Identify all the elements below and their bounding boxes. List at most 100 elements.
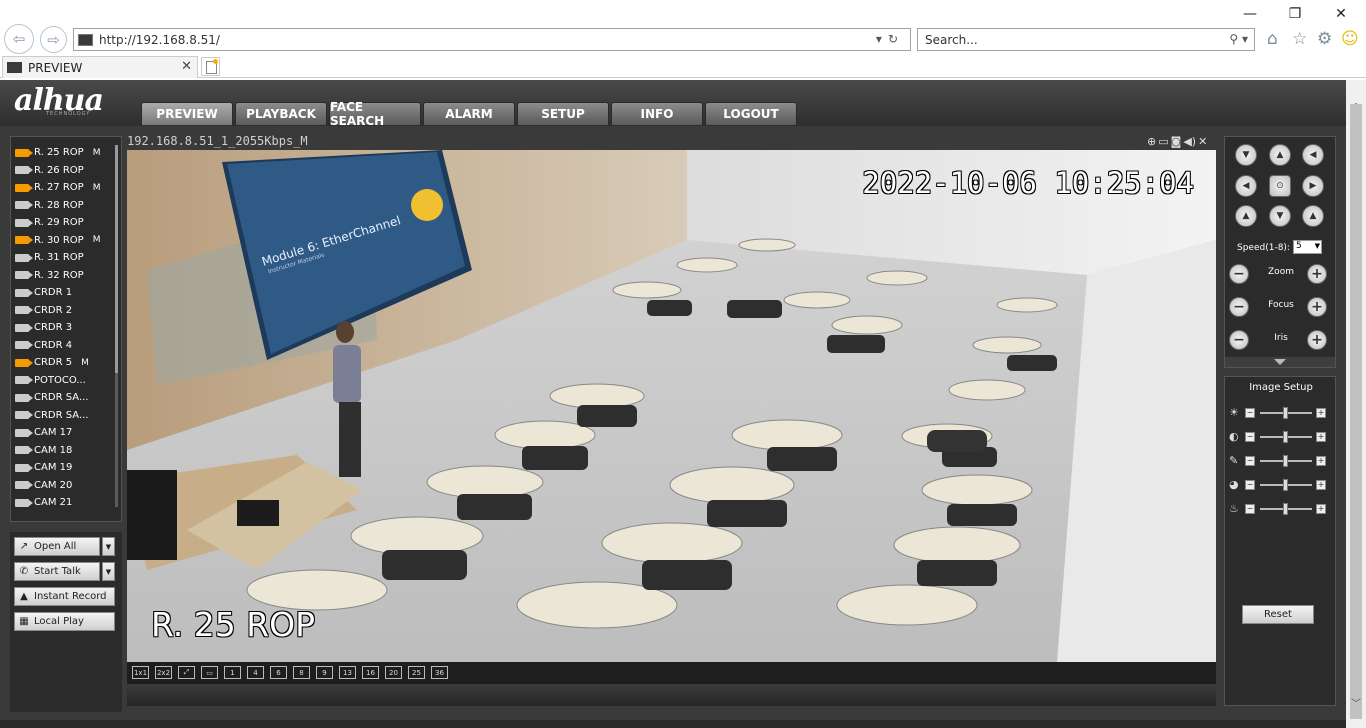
hue-plus[interactable]: +: [1316, 480, 1326, 490]
refresh-icon[interactable]: ▾↻: [876, 32, 904, 46]
brightness-minus[interactable]: −: [1245, 408, 1255, 418]
gain-minus[interactable]: −: [1245, 504, 1255, 514]
layout-button-8[interactable]: 9: [316, 666, 333, 679]
gain-plus[interactable]: +: [1316, 504, 1326, 514]
layout-button-5[interactable]: 4: [247, 666, 264, 679]
gain-knob[interactable]: [1283, 503, 1288, 515]
channel-item[interactable]: CAM 17: [15, 424, 119, 442]
start-talk-button[interactable]: ✆ Start Talk: [14, 562, 100, 581]
brightness-plus[interactable]: +: [1316, 408, 1326, 418]
close-window-button[interactable]: ✕: [1329, 4, 1353, 24]
search-input[interactable]: Search...: [925, 33, 978, 47]
channel-scroll-thumb[interactable]: [115, 145, 118, 373]
ptz-up-button[interactable]: ▲: [1269, 144, 1291, 166]
nav-tab-info[interactable]: INFO: [611, 102, 703, 125]
channel-scrollbar[interactable]: [115, 145, 118, 507]
layout-button-7[interactable]: 8: [293, 666, 310, 679]
minimize-button[interactable]: —: [1238, 4, 1262, 24]
page-scroll-thumb[interactable]: [1350, 104, 1362, 719]
ptz-down-button[interactable]: ▼: [1269, 205, 1291, 227]
zoom-in-button[interactable]: +: [1307, 264, 1327, 284]
saturation-minus[interactable]: −: [1245, 456, 1255, 466]
iris-open-button[interactable]: +: [1307, 330, 1327, 350]
restore-button[interactable]: ❐: [1283, 4, 1307, 24]
nav-tab-preview[interactable]: PREVIEW: [141, 102, 233, 125]
ptz-auto-button[interactable]: ⊙: [1269, 175, 1291, 197]
channel-item[interactable]: R. 28 ROP: [15, 197, 119, 215]
address-bar[interactable]: http://192.168.8.51/ ▾↻: [73, 28, 911, 51]
browser-tab[interactable]: PREVIEW ✕: [2, 56, 198, 78]
scroll-down-icon[interactable]: ﹀: [1351, 695, 1361, 710]
ptz-down-left-button[interactable]: ▲: [1235, 205, 1257, 227]
start-talk-dropdown[interactable]: ▼: [102, 562, 115, 581]
channel-item[interactable]: R. 26 ROP: [15, 162, 119, 180]
saturation-plus[interactable]: +: [1316, 456, 1326, 466]
contrast-minus[interactable]: −: [1245, 432, 1255, 442]
nav-tab-setup[interactable]: SETUP: [517, 102, 609, 125]
channel-item[interactable]: CRDR 3: [15, 319, 119, 337]
ptz-right-button[interactable]: ▶: [1302, 175, 1324, 197]
search-box[interactable]: Search... ⚲ ▾: [917, 28, 1255, 51]
channel-item[interactable]: CAM 21: [15, 494, 119, 512]
back-button[interactable]: ⇦: [4, 24, 34, 54]
home-icon[interactable]: ⌂: [1267, 29, 1278, 49]
layout-button-3[interactable]: ▭: [201, 666, 218, 679]
layout-button-9[interactable]: 13: [339, 666, 356, 679]
nav-tab-alarm[interactable]: ALARM: [423, 102, 515, 125]
layout-button-2[interactable]: ⤢: [178, 666, 195, 679]
ptz-down-right-button[interactable]: ▲: [1302, 205, 1324, 227]
saturation-knob[interactable]: [1283, 455, 1288, 467]
zoom-icon[interactable]: ⊕: [1147, 135, 1156, 148]
hue-knob[interactable]: [1283, 479, 1288, 491]
address-url[interactable]: http://192.168.8.51/: [99, 33, 220, 47]
search-icon[interactable]: ⚲ ▾: [1229, 32, 1248, 46]
channel-item[interactable]: R. 30 ROP M: [15, 232, 119, 250]
speed-select[interactable]: 5: [1293, 240, 1322, 254]
channel-item[interactable]: CAM 20: [15, 477, 119, 495]
brightness-knob[interactable]: [1283, 407, 1288, 419]
channel-item[interactable]: CAM 18: [15, 442, 119, 460]
contrast-knob[interactable]: [1283, 431, 1288, 443]
ptz-left-button[interactable]: ◀: [1235, 175, 1257, 197]
record-icon[interactable]: ▭: [1158, 135, 1168, 148]
snapshot-icon[interactable]: ◙: [1171, 135, 1182, 148]
page-scrollbar[interactable]: ︿ ﹀: [1346, 80, 1366, 728]
nav-tab-playback[interactable]: PLAYBACK: [235, 102, 327, 125]
focus-in-button[interactable]: +: [1307, 297, 1327, 317]
layout-button-6[interactable]: 6: [270, 666, 287, 679]
channel-item[interactable]: CRDR 2: [15, 302, 119, 320]
layout-button-4[interactable]: 1: [224, 666, 241, 679]
channel-item[interactable]: CRDR SA...: [15, 407, 119, 425]
channel-item[interactable]: R. 29 ROP: [15, 214, 119, 232]
channel-item[interactable]: POTOCO...: [15, 372, 119, 390]
ptz-collapse-button[interactable]: [1225, 357, 1335, 367]
layout-button-1[interactable]: 2x2: [155, 666, 172, 679]
tab-close-icon[interactable]: ✕: [181, 59, 192, 74]
channel-item[interactable]: CRDR 5 M: [15, 354, 119, 372]
hue-minus[interactable]: −: [1245, 480, 1255, 490]
forward-button[interactable]: ⇨: [40, 26, 67, 53]
layout-button-10[interactable]: 16: [362, 666, 379, 679]
channel-item[interactable]: R. 32 ROP: [15, 267, 119, 285]
ptz-up-left-button[interactable]: ▼: [1235, 144, 1257, 166]
settings-gear-icon[interactable]: ⚙: [1317, 29, 1332, 49]
layout-button-0[interactable]: 1x1: [132, 666, 149, 679]
channel-item[interactable]: R. 27 ROP M: [15, 179, 119, 197]
feedback-smiley-icon[interactable]: ☺: [1341, 29, 1359, 49]
channel-item[interactable]: CRDR SA...: [15, 389, 119, 407]
local-play-button[interactable]: ▦ Local Play: [14, 612, 115, 631]
layout-button-11[interactable]: 20: [385, 666, 402, 679]
open-all-button[interactable]: ↗ Open All: [14, 537, 100, 556]
contrast-plus[interactable]: +: [1316, 432, 1326, 442]
reset-button[interactable]: Reset: [1242, 605, 1314, 624]
nav-tab-face-search[interactable]: FACE SEARCH: [329, 100, 421, 128]
favorites-star-icon[interactable]: ☆: [1292, 29, 1307, 49]
channel-item[interactable]: CRDR 4: [15, 337, 119, 355]
layout-button-12[interactable]: 25: [408, 666, 425, 679]
audio-icon[interactable]: ◀): [1183, 135, 1196, 148]
close-video-icon[interactable]: ✕: [1198, 135, 1207, 148]
new-tab-button[interactable]: [201, 57, 220, 76]
nav-tab-logout[interactable]: LOGOUT: [705, 102, 797, 125]
layout-button-13[interactable]: 36: [431, 666, 448, 679]
instant-record-button[interactable]: ▲ Instant Record: [14, 587, 115, 606]
